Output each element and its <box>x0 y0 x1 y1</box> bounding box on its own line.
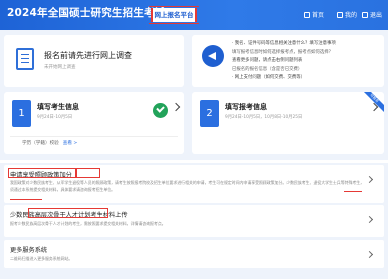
step-number: 2 <box>200 100 219 127</box>
service-minority-upload[interactable]: 少数民族高层次骨干人才计划考生材料上传 报考少数民族高层次骨干人才计划的考生，需… <box>4 205 384 237</box>
nav-logout-label: 退出 <box>370 12 383 19</box>
chevron-right-icon[interactable] <box>365 175 374 184</box>
notice-item[interactable]: 填写报考信息时如何选择报考点，报考点如何选择？ <box>232 49 380 58</box>
underline-mark <box>344 191 362 192</box>
view-link[interactable]: 查看 > <box>63 141 78 146</box>
highlight-box <box>76 168 100 178</box>
status-ribbon: 可报名 <box>362 92 384 114</box>
service-description: 我国政策对少数民族考生、从军学生退役等人员的照顾政策，请考生按照报考院校及招生单… <box>10 179 365 193</box>
top-header: 2024年全国硕士研究生招生考试 网上报名平台 首页 我的 退出 <box>0 0 388 30</box>
notice-item[interactable]: · 我名、证件号码等信息相关注意什么？填写注意事项 <box>232 40 380 49</box>
chevron-right-icon[interactable] <box>365 215 374 224</box>
ribbon-label: 可报名 <box>362 92 384 113</box>
chevron-right-icon[interactable] <box>171 102 181 112</box>
service-description: 二维码扫描进入更多服务系统网站。 <box>10 256 73 261</box>
step-date: 9月24日-10月5日，10月8日-10月25日 <box>225 115 303 120</box>
check-circle-icon <box>153 103 168 118</box>
step-date: 9月24日-10月5日 <box>37 115 73 120</box>
survey-title: 报名前请先进行网上调查 <box>44 51 132 60</box>
nav-home-label: 首页 <box>312 12 325 19</box>
nav-home[interactable]: 首页 <box>304 10 324 19</box>
clipboard-icon <box>16 48 34 70</box>
notice-item[interactable]: · 网上支付问题（如何交费、交费等） <box>232 74 380 83</box>
chevron-right-icon[interactable] <box>365 250 374 259</box>
service-more-systems[interactable]: 更多服务系统 二维码扫描进入更多服务系统网站。 <box>4 240 384 268</box>
service-apply-policy-bonus[interactable]: 申请享受照顾政策加分 我国政策对少数民族考生、从军学生退役等人员的照顾政策，请考… <box>4 165 384 203</box>
home-icon <box>304 11 310 18</box>
survey-card[interactable]: 报名前请先进行网上调查 未开始网上调查 <box>4 35 184 87</box>
step-card-fill-candidate-info[interactable]: 1 填写考生信息 9月24日-10月5日 学历（学籍）校验 查看 > <box>4 92 184 154</box>
notice-card: · 我名、证件号码等信息相关注意什么？填写注意事项 填写报考信息时如何选择报考点… <box>192 35 384 87</box>
service-title: 更多服务系统 <box>10 247 48 254</box>
service-description: 报考少数民族高层次骨干人才计划的考生，需按照要求提交相关材料，详情请咨询报考点。 <box>10 221 166 226</box>
divider <box>10 136 178 137</box>
verification-label: 学历（学籍）校验 <box>22 141 59 146</box>
notice-item[interactable]: 已报名的报名信息（含是否已交费） <box>232 66 380 75</box>
page-title: 2024年全国硕士研究生招生考试 <box>7 7 166 19</box>
step-title: 填写报考信息 <box>225 103 267 111</box>
step-card-fill-application-info[interactable]: 2 填写报考信息 9月24日-10月5日，10月8日-10月25日 可报名 <box>192 92 384 154</box>
survey-subtitle: 未开始网上调查 <box>44 65 76 70</box>
user-icon <box>337 11 343 18</box>
notice-item[interactable]: 查看更多问题，请点击右侧问题列表 <box>232 57 380 66</box>
underline-mark <box>10 199 42 200</box>
nav-user[interactable]: 我的 <box>337 10 357 19</box>
step-title: 填写考生信息 <box>37 103 79 111</box>
section-separator <box>0 160 388 163</box>
nav-user-label: 我的 <box>345 12 358 19</box>
megaphone-icon <box>202 45 224 67</box>
service-description-text: 我国政策对少数民族考生、从军学生退役等人员的照顾政策，请考生按照报考院校及招生单… <box>10 180 365 192</box>
logout-icon <box>362 11 368 18</box>
nav-logout[interactable]: 退出 <box>362 10 382 19</box>
highlight-box <box>8 168 76 178</box>
notice-list: · 我名、证件号码等信息相关注意什么？填写注意事项 填写报考信息时如何选择报考点… <box>232 40 380 83</box>
highlight-box <box>28 208 108 218</box>
step-number: 1 <box>12 100 31 127</box>
platform-badge[interactable]: 网上报名平台 <box>149 6 199 24</box>
step-footer: 学历（学籍）校验 查看 > <box>22 140 77 146</box>
